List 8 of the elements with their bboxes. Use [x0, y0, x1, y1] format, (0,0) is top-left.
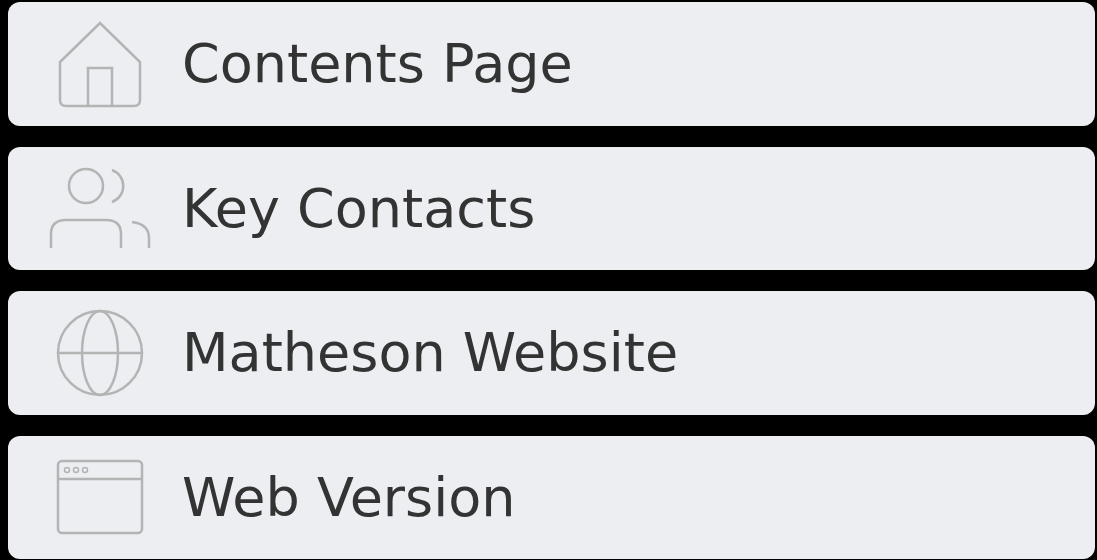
menu-item[interactable]: Contents Page	[8, 2, 1095, 126]
home-icon	[57, 19, 143, 108]
menu-item[interactable]: Web Version	[8, 435, 1095, 559]
browser-window-icon	[56, 459, 144, 536]
people-icon	[48, 166, 152, 251]
menu-item[interactable]: Key Contacts	[8, 146, 1095, 270]
globe-icon	[55, 307, 145, 398]
menu-item[interactable]: Matheson Website	[8, 291, 1095, 415]
